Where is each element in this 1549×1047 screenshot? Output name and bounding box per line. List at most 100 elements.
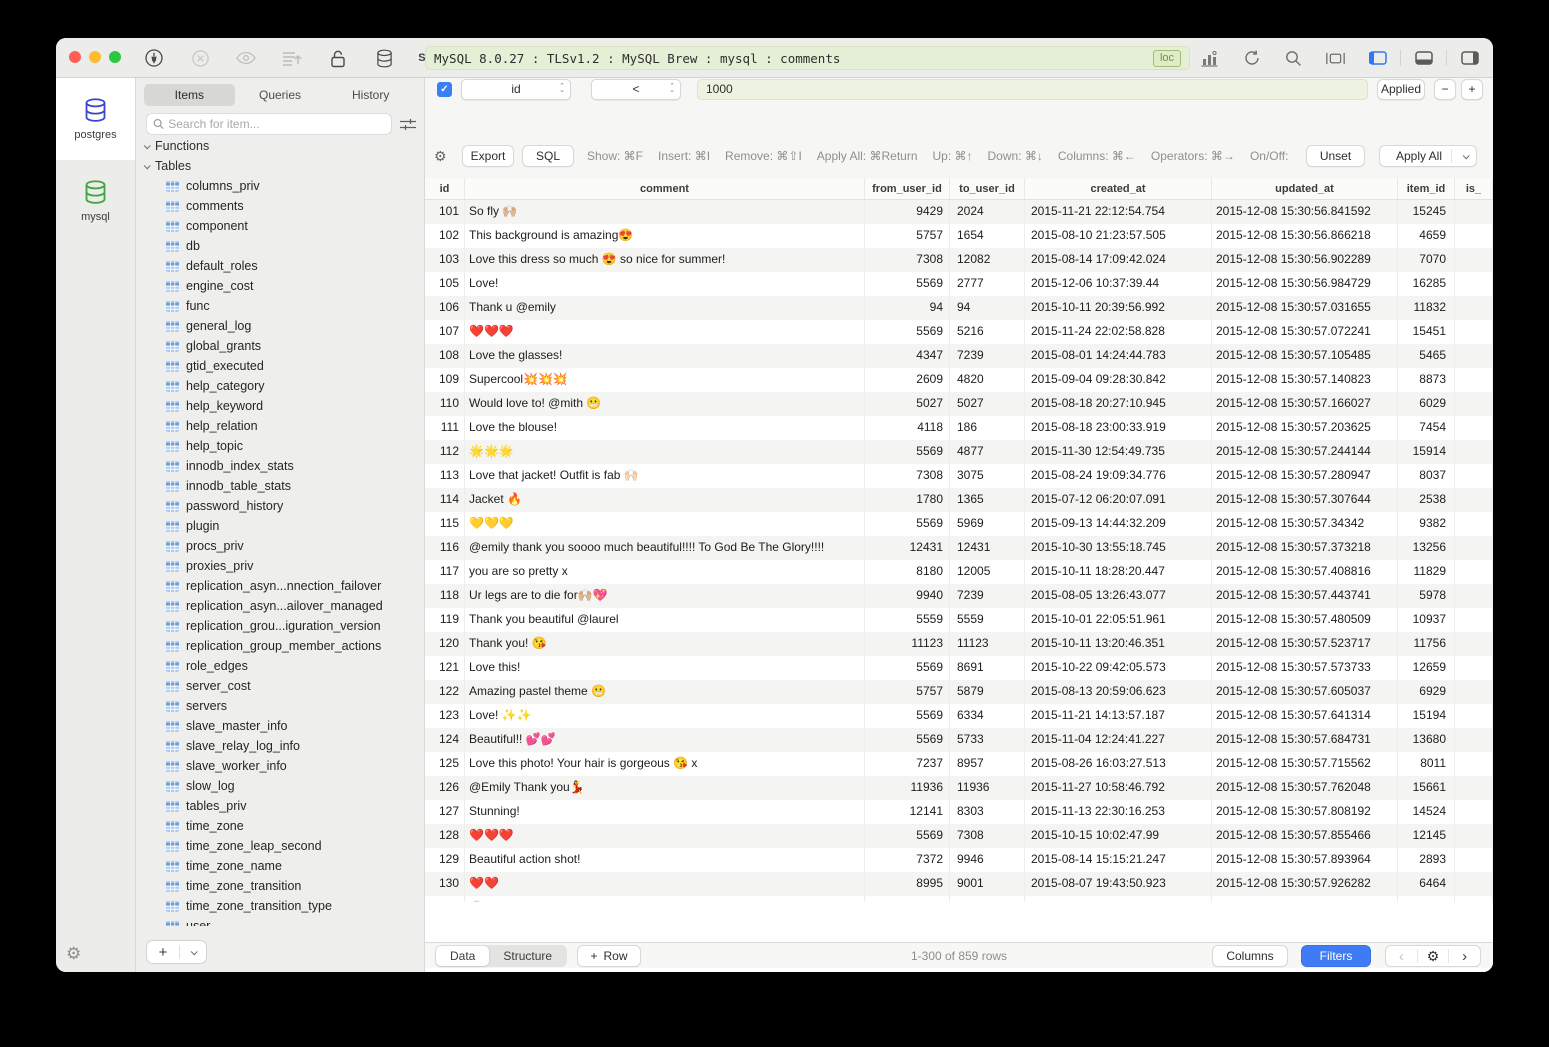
table-row[interactable]: 109 Supercool💥💥💥 2609 4820 2015-09-04 09… xyxy=(425,368,1493,392)
cell-updated-at[interactable]: 2015-12-08 15:30:57.926282 xyxy=(1212,872,1398,896)
filter-enabled-checkbox[interactable]: ✓ xyxy=(437,82,452,97)
cell-to-user-id[interactable]: 1654 xyxy=(950,224,1025,248)
cell-id[interactable]: 118 xyxy=(425,584,465,608)
cell-updated-at[interactable]: 2015-12-08 15:30:57.105485 xyxy=(1212,344,1398,368)
sidebar-item-table[interactable]: slave_relay_log_info xyxy=(136,736,424,756)
filters-button[interactable]: Filters xyxy=(1301,945,1371,967)
cell-id[interactable]: 112 xyxy=(425,440,465,464)
cell-updated-at[interactable]: 2015-12-08 15:30:57.605037 xyxy=(1212,680,1398,704)
cell-id[interactable]: 108 xyxy=(425,344,465,368)
cell-created-at[interactable]: 2015-08-01 14:24:44.783 xyxy=(1025,344,1212,368)
column-header-updated-at[interactable]: updated_at xyxy=(1212,178,1398,199)
cell-from-user-id[interactable]: 9429 xyxy=(865,200,950,224)
cell-created-at[interactable]: 2015-09-04 09:28:30.842 xyxy=(1025,368,1212,392)
cell-is[interactable] xyxy=(1455,224,1493,248)
connection-postgres[interactable]: postgres xyxy=(56,78,135,160)
sidebar-item-table[interactable]: time_zone_transition_type xyxy=(136,896,424,916)
sidebar-item-table[interactable]: innodb_table_stats xyxy=(136,476,424,496)
cell-to-user-id[interactable]: 2777 xyxy=(950,272,1025,296)
unset-button[interactable]: Unset xyxy=(1306,145,1365,167)
add-row-button[interactable]: + Row xyxy=(577,945,641,967)
cell-comment[interactable]: Beautiful!! 💕💕 xyxy=(465,728,865,752)
cell-comment[interactable]: Love the glasses! xyxy=(465,344,865,368)
cell-item-id[interactable]: 12145 xyxy=(1398,824,1455,848)
cell-id[interactable]: 111 xyxy=(425,416,465,440)
cell-to-user-id[interactable]: 8303 xyxy=(950,800,1025,824)
cell-created-at[interactable]: 2015-11-13 22:30:16.253 xyxy=(1025,800,1212,824)
cell-id[interactable]: 117 xyxy=(425,560,465,584)
cell-comment[interactable]: @emily thank you soooo much beautiful!!!… xyxy=(465,536,865,560)
table-row[interactable]: 110 Would love to! @mith 😬 5027 5027 201… xyxy=(425,392,1493,416)
filter-settings-gear-icon[interactable]: ⚙ xyxy=(434,148,447,165)
cell-from-user-id[interactable]: 5569 xyxy=(865,320,950,344)
cell-created-at[interactable]: 2015-08-05 13:26:43.077 xyxy=(1025,584,1212,608)
refresh-icon[interactable] xyxy=(1242,49,1261,68)
table-row[interactable]: 107 ❤️❤️❤️ 5569 5216 2015-11-24 22:02:58… xyxy=(425,320,1493,344)
cell-created-at[interactable]: 2015-10-01 22:05:51.961 xyxy=(1025,608,1212,632)
cell-item-id[interactable]: 6029 xyxy=(1398,392,1455,416)
cell-to-user-id[interactable]: 6334 xyxy=(950,704,1025,728)
cell-to-user-id[interactable]: 11936 xyxy=(950,776,1025,800)
cell-to-user-id[interactable]: 12005 xyxy=(950,560,1025,584)
cell-id[interactable]: 122 xyxy=(425,680,465,704)
column-header-comment[interactable]: comment xyxy=(465,178,865,199)
cell-to-user-id[interactable]: 7239 xyxy=(950,584,1025,608)
cell-created-at[interactable]: 2015-07-12 06:20:07.091 xyxy=(1025,488,1212,512)
table-row[interactable]: 118 Ur legs are to die for🙌🏼💖 9940 7239 … xyxy=(425,584,1493,608)
cell-item-id[interactable]: 2538 xyxy=(1398,488,1455,512)
table-row[interactable]: 108 Love the glasses! 4347 7239 2015-08-… xyxy=(425,344,1493,368)
column-header-item-id[interactable]: item_id xyxy=(1398,178,1455,199)
cell-created-at[interactable]: 2015-08-10 21:23:57.505 xyxy=(1025,224,1212,248)
cell-updated-at[interactable]: 2015-12-08 15:30:57.307644 xyxy=(1212,488,1398,512)
cell-from-user-id[interactable]: 7372 xyxy=(865,848,950,872)
connect-icon[interactable] xyxy=(144,48,164,68)
cell-item-id[interactable]: 8037 xyxy=(1398,464,1455,488)
toggle-bottom-panel-icon[interactable] xyxy=(1414,49,1433,68)
cell-comment[interactable]: Beautiful action shot! xyxy=(465,848,865,872)
sidebar-item-table[interactable]: replication_asyn...nnection_failover xyxy=(136,576,424,596)
cell-to-user-id[interactable]: 9946 xyxy=(950,848,1025,872)
cell-from-user-id[interactable]: 9940 xyxy=(865,584,950,608)
sidebar-item-table[interactable]: help_keyword xyxy=(136,396,424,416)
cell-to-user-id[interactable]: 5879 xyxy=(950,680,1025,704)
cell-created-at[interactable]: 2015-11-24 22:02:58.828 xyxy=(1025,320,1212,344)
sidebar-item-table[interactable]: password_history xyxy=(136,496,424,516)
cell-id[interactable]: 103 xyxy=(425,248,465,272)
table-row[interactable]: 126 @Emily Thank you💃 11936 11936 2015-1… xyxy=(425,776,1493,800)
cell-created-at[interactable]: 2015-11-30 12:54:49.735 xyxy=(1025,440,1212,464)
zoom-window-button[interactable] xyxy=(109,51,121,63)
cell-item-id[interactable]: 7454 xyxy=(1398,416,1455,440)
search-input[interactable] xyxy=(168,117,385,131)
cell-id[interactable]: 102 xyxy=(425,224,465,248)
sidebar-item-table[interactable]: time_zone_transition xyxy=(136,876,424,896)
cell-id[interactable]: 110 xyxy=(425,392,465,416)
sql-button[interactable]: SQL xyxy=(522,145,574,167)
sidebar-item-table[interactable]: plugin xyxy=(136,516,424,536)
cell-is[interactable] xyxy=(1455,488,1493,512)
cell-comment[interactable]: you are so pretty x xyxy=(465,560,865,584)
filter-sliders-icon[interactable] xyxy=(400,118,416,131)
cell-comment[interactable]: Thank you beautiful @laurel xyxy=(465,608,865,632)
cell-created-at[interactable]: 2015-08-07 19:43:50.923 xyxy=(1025,872,1212,896)
cell-created-at[interactable]: 2015-11-04 12:24:41.227 xyxy=(1025,728,1212,752)
cell-comment[interactable]: This background is amazing😍 xyxy=(465,224,865,248)
cell-is[interactable] xyxy=(1455,824,1493,848)
cell-is[interactable] xyxy=(1455,704,1493,728)
cell-item-id[interactable]: 12659 xyxy=(1398,656,1455,680)
cell-to-user-id[interactable]: 8957 xyxy=(950,752,1025,776)
cell-comment[interactable]: Love this dress so much 😍 so nice for su… xyxy=(465,248,865,272)
cell-from-user-id[interactable]: 5569 xyxy=(865,656,950,680)
tab-items[interactable]: Items xyxy=(144,84,235,106)
cell-to-user-id[interactable]: 1365 xyxy=(950,488,1025,512)
cell-from-user-id[interactable]: 11123 xyxy=(865,632,950,656)
cell-to-user-id[interactable]: 4877 xyxy=(950,440,1025,464)
cell-comment[interactable]: 💛💛💛 xyxy=(465,512,865,536)
table-row[interactable]: 121 Love this! 5569 8691 2015-10-22 09:4… xyxy=(425,656,1493,680)
cell-item-id[interactable]: 11829 xyxy=(1398,560,1455,584)
cell-item-id[interactable]: 13680 xyxy=(1398,728,1455,752)
cell-updated-at[interactable]: 2015-12-08 15:30:57.962664 xyxy=(1212,896,1398,902)
cell-is[interactable] xyxy=(1455,800,1493,824)
cell-updated-at[interactable]: 2015-12-08 15:30:56.902289 xyxy=(1212,248,1398,272)
cell-from-user-id[interactable]: 5569 xyxy=(865,896,950,902)
cell-id[interactable]: 114 xyxy=(425,488,465,512)
